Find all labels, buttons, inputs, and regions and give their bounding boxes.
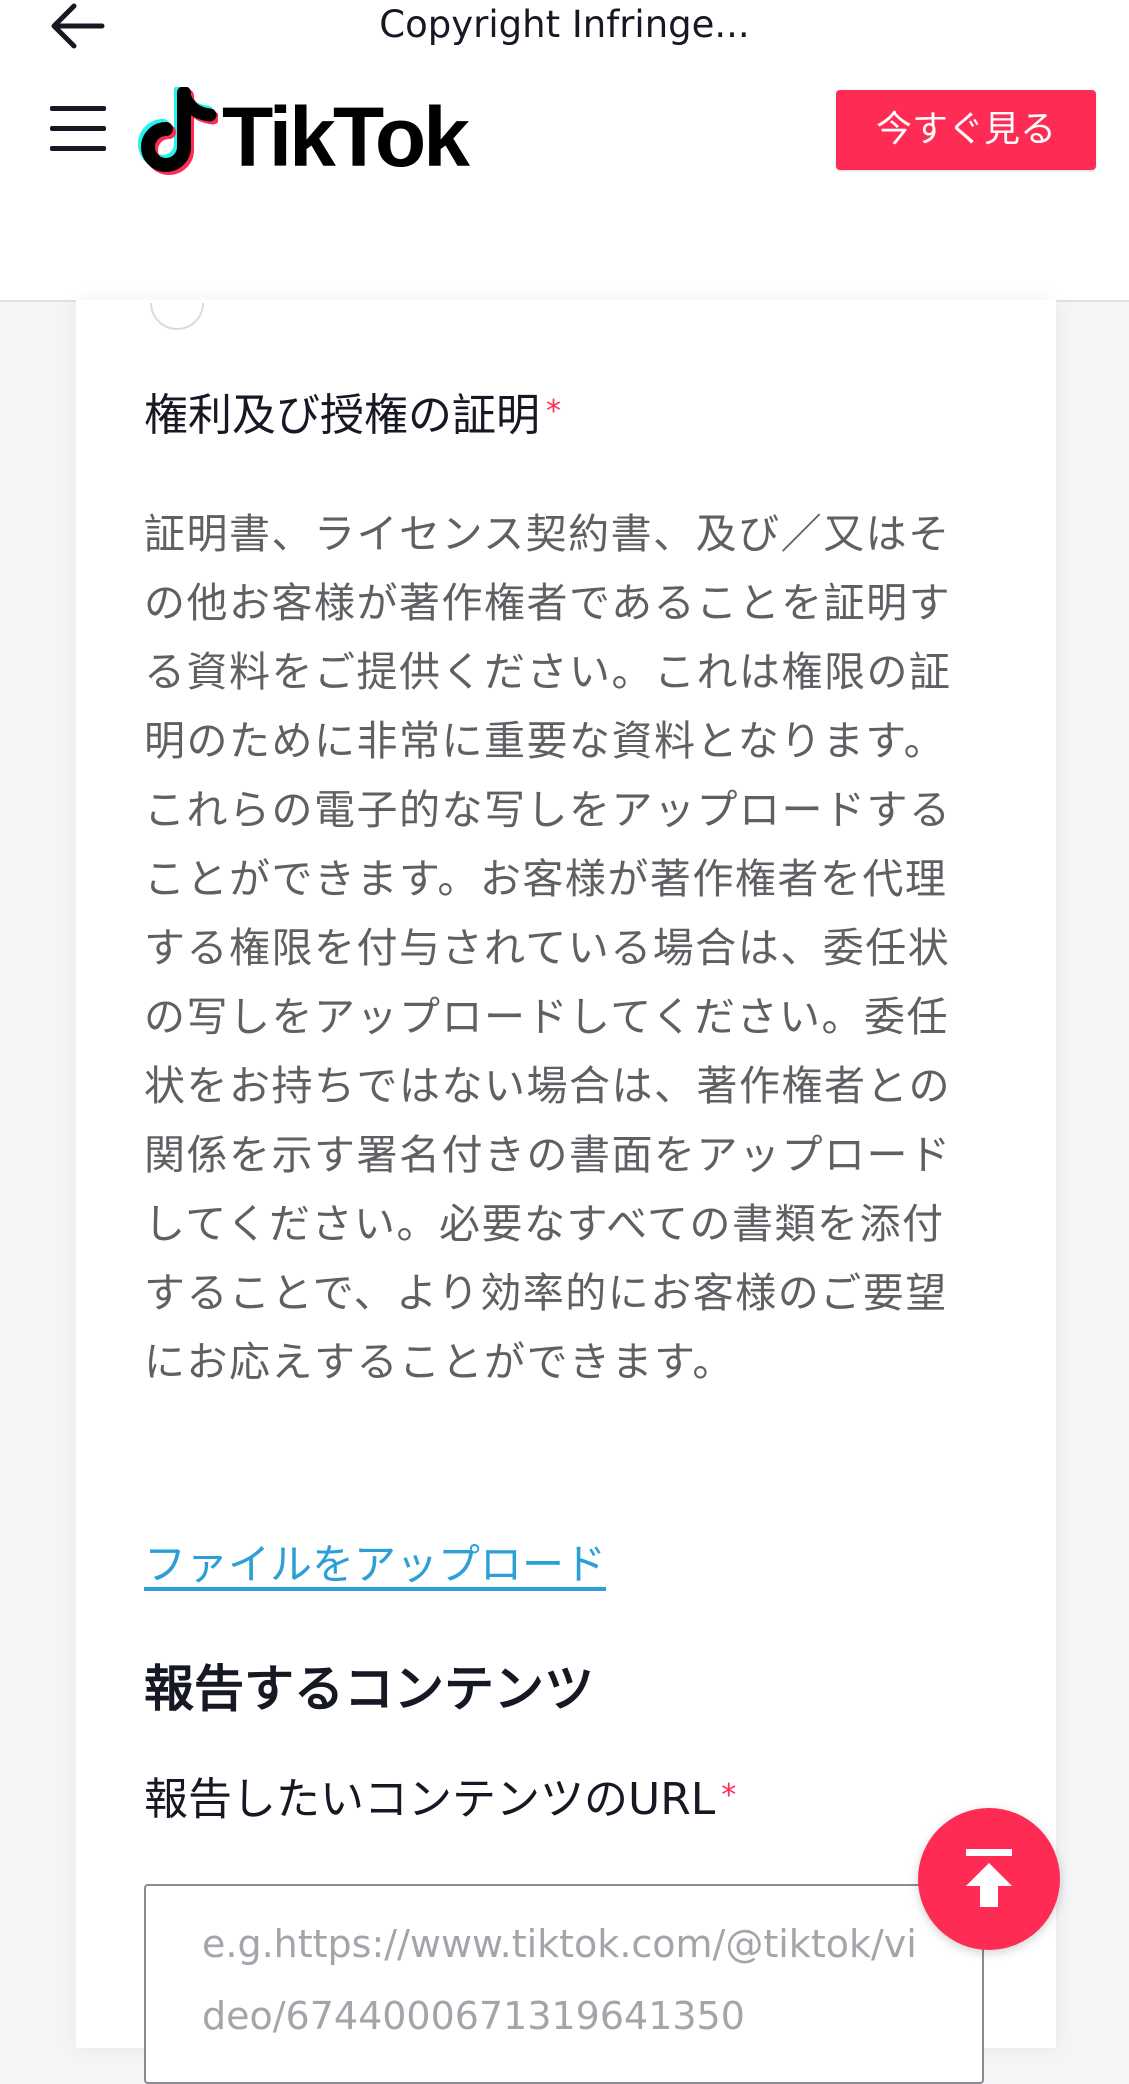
content-url-input[interactable]: e.g.https://www.tiktok.com/@tiktok/video… <box>144 1884 984 2084</box>
hamburger-icon-bar <box>50 146 106 151</box>
proof-of-rights-label: 権利及び授権の証明 * <box>144 386 561 446</box>
tiktok-note-icon <box>138 87 218 175</box>
page-title: Copyright Infringe... <box>379 3 750 46</box>
required-asterisk: * <box>546 394 561 429</box>
required-asterisk: * <box>721 1778 737 1813</box>
reported-content-heading: 報告するコンテンツ <box>144 1660 594 1718</box>
watch-now-button[interactable]: 今すぐ見る <box>836 90 1096 170</box>
back-button[interactable] <box>44 0 110 52</box>
hamburger-menu-button[interactable] <box>50 106 106 151</box>
scroll-to-top-button[interactable] <box>918 1808 1060 1950</box>
upload-file-link[interactable]: ファイルをアップロード <box>144 1536 606 1594</box>
proof-description: 証明書、ライセンス契約書、及び／又はその他お客様が著作権者であることを証明する資… <box>144 510 952 1386</box>
content-url-label-text: 報告したいコンテンツのURL <box>144 1774 716 1825</box>
arrow-left-icon <box>51 3 105 49</box>
proof-of-rights-label-text: 権利及び授権の証明 <box>144 390 540 441</box>
app-top-bar: Copyright Infringe... <box>0 0 1129 70</box>
arrow-up-to-top-icon <box>966 1849 1012 1907</box>
hamburger-icon-bar <box>50 126 106 131</box>
hamburger-icon <box>50 106 106 111</box>
content-url-label: 報告したいコンテンツのURL * <box>144 1770 736 1830</box>
tiktok-logo[interactable]: TikTok <box>132 78 470 188</box>
logo-wordmark: TikTok <box>222 89 470 184</box>
